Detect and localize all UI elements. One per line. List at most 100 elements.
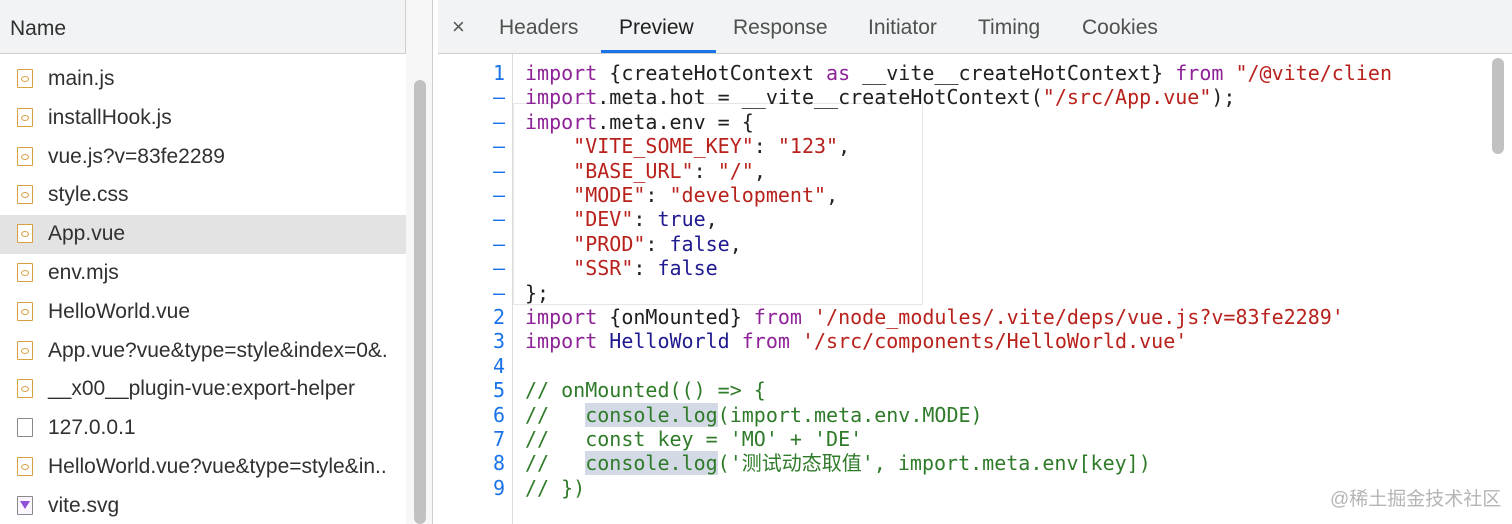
code-token: "BASE_URL"	[573, 158, 694, 183]
line-number: 6	[492, 402, 505, 427]
preview-scrollbar[interactable]	[1492, 58, 1504, 154]
code-token: import	[525, 61, 598, 85]
line-number: 3	[492, 329, 505, 354]
code-token: false	[669, 231, 730, 256]
code-line: "SSR": false	[525, 256, 718, 280]
js-file-icon	[17, 107, 33, 127]
request-list-scrollbar[interactable]	[414, 80, 426, 524]
code-token: :	[645, 231, 670, 256]
code-token: ,	[729, 231, 742, 256]
code-line: "VITE_SOME_KEY": "123",	[525, 134, 850, 158]
tab-cookies[interactable]: Cookies	[1082, 16, 1158, 40]
line-number: –	[492, 183, 505, 207]
line-number: –	[492, 231, 505, 256]
code-token: HelloWorld	[609, 329, 730, 354]
request-row-localhost[interactable]: 127.0.0.1	[0, 409, 406, 448]
code-token: ,	[826, 183, 839, 207]
tab-preview[interactable]: Preview	[619, 16, 694, 40]
tab-response[interactable]: Response	[733, 16, 828, 40]
line-number: –	[492, 134, 505, 159]
code-token: '/src/components/HelloWorld.vue'	[789, 329, 1188, 354]
code-token: as	[826, 61, 851, 85]
line-number: 1	[492, 61, 505, 85]
request-row-helloworld-vue-style[interactable]: HelloWorld.vue?vue&type=style&in..	[0, 448, 406, 487]
request-name: __x00__plugin-vue:export-helper	[48, 377, 356, 401]
code-line: import HelloWorld from '/src/components/…	[525, 329, 1187, 353]
code-token: :	[753, 134, 778, 159]
request-name: 127.0.0.1	[48, 416, 136, 440]
line-number: 7	[492, 427, 505, 451]
code-token: // onMounted(() => {	[525, 378, 766, 403]
request-list-panel: Name main.js installHook.js vue.js?v=83f…	[0, 0, 433, 524]
request-name: style.css	[48, 183, 129, 207]
request-row-style-css[interactable]: style.css	[0, 176, 406, 215]
line-number: 5	[492, 378, 505, 403]
code-token: "SSR"	[573, 256, 634, 281]
line-number: –	[492, 158, 505, 183]
js-file-icon	[17, 379, 33, 399]
js-file-icon	[17, 340, 33, 360]
code-line: "DEV": true,	[525, 207, 718, 231]
code-token: console.log	[585, 402, 718, 427]
js-file-icon	[17, 146, 33, 166]
code-token: '/node_modules/.vite/deps/vue.js?v=83fe2…	[801, 305, 1344, 329]
code-token: :	[645, 183, 670, 207]
request-row-vite-svg[interactable]: vite.svg	[0, 487, 406, 524]
code-line: // console.log('测试动态取值', import.meta.env…	[525, 451, 1151, 476]
request-row-app-vue-style[interactable]: App.vue?vue&type=style&index=0&.	[0, 332, 406, 371]
code-token: import	[525, 109, 598, 134]
request-row-main-js[interactable]: main.js	[0, 60, 406, 99]
code-token: ('测试动态取值', import.meta.env[key])	[717, 451, 1151, 476]
request-name: vite.svg	[48, 493, 120, 517]
code-token: "DEV"	[573, 207, 634, 232]
detail-tab-bar: × Headers Preview Response Initiator Tim…	[438, 0, 1512, 54]
name-column-label: Name	[10, 17, 67, 40]
code-token: import	[525, 85, 598, 110]
code-token: from	[753, 305, 802, 329]
request-row-app-vue[interactable]: App.vue	[0, 215, 406, 254]
code-token: ,	[838, 134, 851, 159]
code-token: :	[633, 256, 658, 281]
code-token: console.log	[585, 451, 718, 476]
code-token: };	[525, 280, 550, 305]
js-file-icon	[17, 69, 33, 88]
request-row-env-mjs[interactable]: env.mjs	[0, 254, 406, 293]
request-name: installHook.js	[48, 105, 172, 129]
code-token: {onMounted}	[597, 305, 754, 329]
request-name: HelloWorld.vue?vue&type=style&in..	[48, 454, 387, 478]
request-name: main.js	[48, 67, 115, 90]
close-icon[interactable]: ×	[452, 14, 465, 40]
request-name: env.mjs	[48, 260, 119, 284]
code-token: __vite__createHotContext}	[850, 61, 1176, 85]
code-token: .meta.env = {	[597, 109, 754, 134]
request-row-helloworld-vue[interactable]: HelloWorld.vue	[0, 293, 406, 332]
tab-initiator[interactable]: Initiator	[868, 16, 937, 40]
line-number: 9	[492, 475, 505, 500]
code-line: };	[525, 281, 549, 305]
code-line: // onMounted(() => {	[525, 378, 766, 402]
code-token: //	[525, 402, 586, 427]
request-row-installhook-js[interactable]: installHook.js	[0, 99, 406, 138]
document-icon	[17, 418, 33, 438]
request-row-export-helper[interactable]: __x00__plugin-vue:export-helper	[0, 370, 406, 409]
line-number: –	[492, 109, 505, 134]
code-token: false	[657, 256, 718, 281]
code-line: "PROD": false,	[525, 232, 742, 256]
tab-headers[interactable]: Headers	[499, 16, 578, 40]
code-token: {createHotContext	[597, 61, 827, 85]
tab-timing[interactable]: Timing	[978, 16, 1040, 40]
code-token: import	[525, 305, 598, 329]
code-token: "PROD"	[573, 231, 646, 256]
js-file-icon	[17, 262, 33, 282]
code-token: "/"	[717, 158, 754, 183]
css-file-icon	[17, 185, 33, 205]
line-number: 4	[492, 353, 505, 378]
request-row-vue-js[interactable]: vue.js?v=83fe2289	[0, 138, 406, 177]
js-file-icon	[17, 456, 33, 476]
request-name: vue.js?v=83fe2289	[48, 144, 225, 168]
name-column-header[interactable]: Name	[0, 0, 406, 54]
